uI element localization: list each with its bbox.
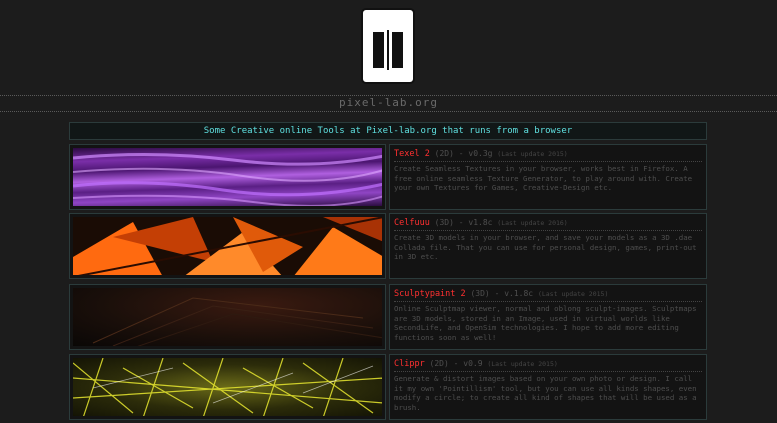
tool-description-cell: Sculptypaint 2 (3D) - v.1.8c (Last updat… [389, 284, 707, 350]
tool-title-line: Texel 2 (2D) - v0.3g (Last update 2015) [394, 148, 702, 162]
tool-version: (3D) - v.1.8c [470, 289, 534, 298]
tool-link-clippr[interactable]: Clippr [394, 359, 425, 369]
tool-link-celfuuu[interactable]: Celfuuu [394, 218, 430, 228]
site-name: pixel-lab.org [338, 96, 439, 109]
logo-center-line [387, 30, 389, 70]
tool-title-line: Celfuuu (3D) - v1.8c (Last update 2016) [394, 217, 702, 231]
tool-description: Online Sculptmap viewer, normal and oblo… [394, 304, 697, 342]
pixel-lab-logo-icon[interactable] [361, 8, 415, 84]
clippr-pointillism-thumbnail[interactable] [73, 358, 382, 416]
tool-update-date: (Last update 2016) [497, 219, 568, 227]
tool-thumbnail-cell[interactable] [69, 213, 386, 279]
tool-title-line: Clippr (2D) - v0.9 (Last update 2015) [394, 358, 702, 372]
logo-left-bar [373, 32, 384, 68]
tool-thumbnail-cell[interactable] [69, 144, 386, 210]
tool-version: (3D) - v1.8c [434, 218, 493, 227]
tools-header: Some Creative online Tools at Pixel-lab.… [69, 122, 707, 140]
celfuuu-3d-model-thumbnail[interactable] [73, 217, 382, 275]
tool-description: Generate & distort images based on your … [394, 374, 697, 412]
texel-seamless-texture-thumbnail[interactable] [73, 148, 382, 206]
tool-version: (2D) - v0.3g [434, 149, 493, 158]
tool-description: Create 3D models in your browser, and sa… [394, 233, 697, 262]
tool-link-texel[interactable]: Texel 2 [394, 149, 430, 159]
tool-description-cell: Texel 2 (2D) - v0.3g (Last update 2015) … [389, 144, 707, 210]
tool-version: (2D) - v0.9 [429, 359, 483, 368]
tool-title-line: Sculptypaint 2 (3D) - v.1.8c (Last updat… [394, 288, 702, 302]
tool-thumbnail-cell[interactable] [69, 354, 386, 420]
tool-thumbnail-cell[interactable] [69, 284, 386, 350]
tool-description: Create Seamless Textures in your browser… [394, 164, 693, 193]
tool-update-date: (Last update 2015) [487, 360, 558, 368]
tool-description-cell: Celfuuu (3D) - v1.8c (Last update 2016) … [389, 213, 707, 279]
logo-right-bar [392, 32, 403, 68]
tool-link-sculptypaint[interactable]: Sculptypaint 2 [394, 289, 466, 299]
tool-description-cell: Clippr (2D) - v0.9 (Last update 2015) Ge… [389, 354, 707, 420]
sculptmap-thumbnail[interactable] [73, 288, 382, 346]
tool-update-date: (Last update 2015) [537, 290, 609, 298]
bottom-divider [0, 111, 777, 112]
tool-update-date: (Last update 2015) [497, 150, 568, 158]
